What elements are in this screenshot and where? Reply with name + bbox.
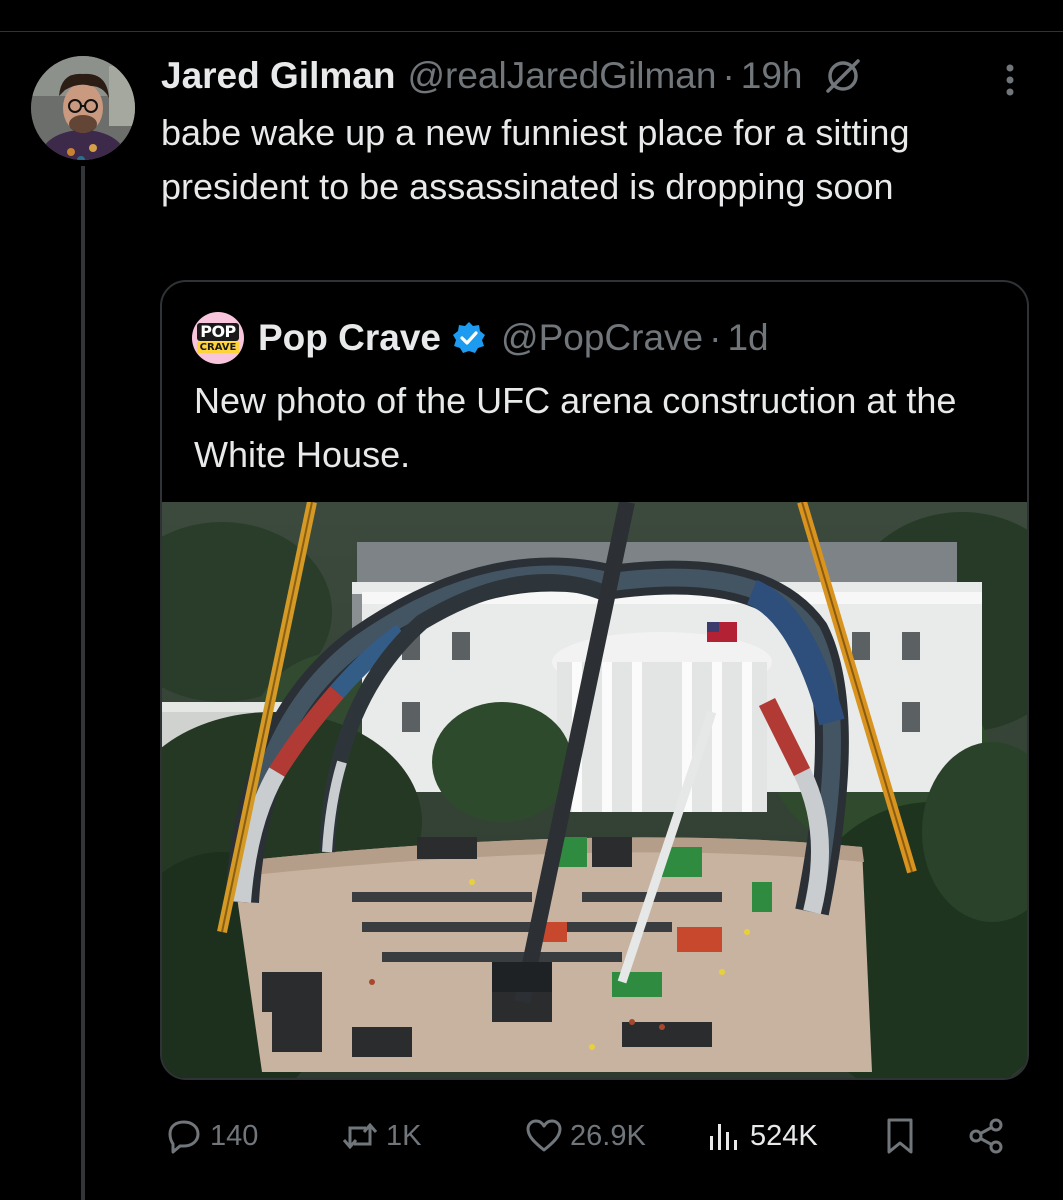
- quote-separator: ·: [709, 317, 722, 358]
- tweet-text: babe wake up a new funniest place for a …: [161, 112, 910, 207]
- quote-avatar-logo-bottom: CRAVE: [196, 342, 240, 353]
- repost-icon: [342, 1122, 378, 1150]
- quote-photo[interactable]: [162, 500, 1027, 1078]
- author-handle[interactable]: @realJaredGilman: [407, 55, 716, 97]
- heart-icon: [526, 1119, 562, 1152]
- views-button[interactable]: 524K: [704, 1106, 818, 1166]
- quote-time[interactable]: 1d: [727, 317, 768, 359]
- tweet-header: Jared Gilman @realJaredGilman · 19h: [161, 52, 863, 100]
- tweet-page: Jared Gilman @realJaredGilman · 19h babe…: [0, 0, 1063, 1200]
- quote-author-handle[interactable]: @PopCrave: [501, 317, 703, 359]
- verified-badge-icon: [451, 320, 487, 356]
- repost-button[interactable]: 1K: [340, 1106, 421, 1166]
- action-bar: 140 1K 26.9K 524K: [160, 1106, 1020, 1166]
- views-icon: [710, 1124, 737, 1150]
- more-icon[interactable]: [996, 60, 1024, 100]
- quote-avatar-logo-top: POP: [197, 323, 239, 341]
- author-avatar[interactable]: [31, 56, 135, 160]
- like-button[interactable]: 26.9K: [524, 1106, 646, 1166]
- quote-avatar[interactable]: POP CRAVE: [192, 312, 244, 364]
- tweet-time[interactable]: 19h: [741, 55, 803, 97]
- like-count: 26.9K: [570, 1119, 646, 1152]
- grok-icon[interactable]: [823, 56, 863, 96]
- thread-line: [81, 166, 85, 1200]
- quote-author-name[interactable]: Pop Crave: [258, 317, 441, 359]
- bookmark-button[interactable]: [880, 1106, 926, 1166]
- quote-header: POP CRAVE Pop Crave @PopCrave · 1d: [192, 310, 769, 366]
- reply-count: 140: [210, 1119, 259, 1152]
- top-divider: [0, 31, 1063, 32]
- share-button[interactable]: [966, 1106, 1012, 1166]
- reply-button[interactable]: 140: [164, 1106, 258, 1166]
- repost-count: 1K: [386, 1119, 422, 1152]
- share-icon: [969, 1118, 1003, 1154]
- views-count: 524K: [750, 1119, 818, 1152]
- author-avatar-image: [31, 56, 135, 160]
- author-name[interactable]: Jared Gilman: [161, 55, 395, 97]
- arena-construction-photo: [162, 500, 1027, 1078]
- bookmark-icon: [887, 1118, 913, 1154]
- reply-icon: [168, 1120, 200, 1154]
- quote-text: New photo of the UFC arena construction …: [194, 380, 957, 475]
- header-separator: ·: [722, 55, 735, 96]
- quote-tweet-card[interactable]: POP CRAVE Pop Crave @PopCrave · 1d New p…: [160, 280, 1029, 1080]
